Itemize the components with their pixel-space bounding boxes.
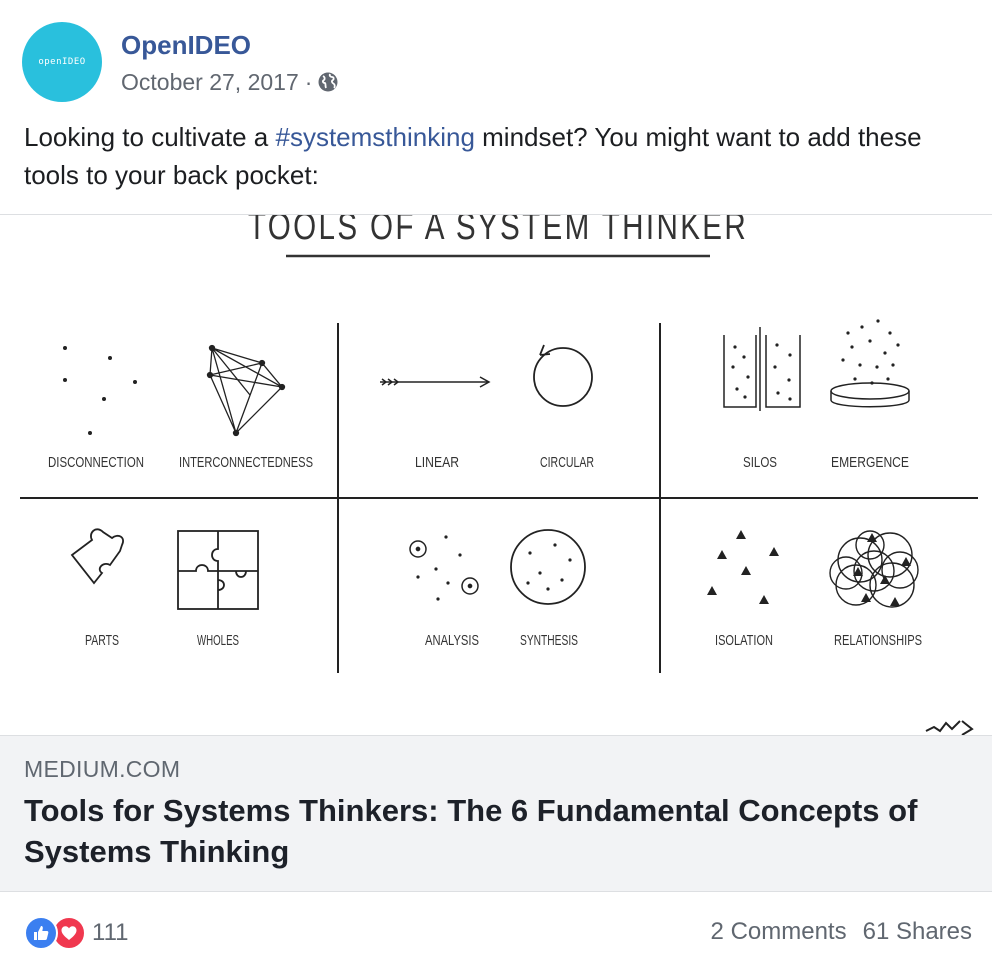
- parts-drawing: [70, 528, 124, 585]
- attachment-image[interactable]: TOOLS OF A SYSTEM THINKER DISCONNECTION …: [0, 214, 992, 735]
- silos-drawing: [723, 327, 801, 411]
- linear-arrow-drawing: [380, 376, 491, 388]
- label-linear: LINEAR: [415, 454, 459, 471]
- isolation-drawing: [707, 530, 779, 604]
- post-footer: 111 2 Comments 61 Shares: [0, 892, 992, 972]
- label-circular: CIRCULAR: [540, 454, 594, 471]
- relationships-drawing: [829, 530, 919, 608]
- heart-icon: [61, 926, 77, 940]
- hashtag-link[interactable]: #systemsthinking: [276, 122, 475, 152]
- post-stats: 2 Comments 61 Shares: [711, 918, 972, 946]
- avatar-logo-text: openIDEO: [38, 57, 86, 67]
- systems-thinker-illustration: TOOLS OF A SYSTEM THINKER DISCONNECTION …: [20, 215, 978, 735]
- label-wholes: WHOLES: [197, 632, 239, 649]
- circular-drawing: [533, 344, 593, 407]
- wholes-drawing: [177, 530, 259, 610]
- post-text-intro: Looking to cultivate a: [24, 122, 276, 152]
- label-relationships: RELATIONSHIPS: [834, 632, 922, 649]
- reaction-count[interactable]: 111: [92, 919, 128, 947]
- interconnectedness-drawing: [206, 344, 286, 437]
- analysis-drawing: [409, 535, 479, 601]
- meta-separator: ·: [304, 69, 313, 95]
- label-synthesis: SYNTHESIS: [520, 632, 578, 649]
- label-disconnection: DISCONNECTION: [48, 454, 144, 471]
- label-emergence: EMERGENCE: [831, 454, 909, 471]
- label-parts: PARTS: [85, 632, 119, 649]
- reactions-summary[interactable]: 111: [24, 916, 128, 950]
- shares-count-link[interactable]: 61 Shares: [863, 918, 972, 946]
- page-name-link[interactable]: OpenIDEO: [121, 30, 251, 60]
- post-header: openIDEO OpenIDEO October 27, 2017 ·: [22, 22, 972, 106]
- label-isolation: ISOLATION: [715, 632, 773, 649]
- label-silos: SILOS: [743, 454, 777, 471]
- label-interconnectedness: INTERCONNECTEDNESS: [179, 454, 313, 471]
- corner-logo-mark: [925, 720, 974, 735]
- page-avatar[interactable]: openIDEO: [22, 22, 102, 102]
- emergence-drawing: [830, 319, 910, 408]
- post-date-link[interactable]: October 27, 2017: [121, 68, 299, 96]
- label-analysis: ANALYSIS: [425, 632, 479, 649]
- like-icon[interactable]: [24, 916, 58, 950]
- link-domain: MEDIUM.COM: [24, 756, 181, 782]
- post-message: Looking to cultivate a #systemsthinking …: [24, 118, 969, 194]
- comments-count-link[interactable]: 2 Comments: [711, 918, 847, 946]
- synthesis-drawing: [510, 529, 586, 605]
- thumbs-up-icon: [34, 926, 49, 940]
- globe-icon[interactable]: [317, 71, 339, 93]
- link-preview-box[interactable]: MEDIUM.COM Tools for Systems Thinkers: T…: [0, 735, 992, 892]
- link-attachment[interactable]: TOOLS OF A SYSTEM THINKER DISCONNECTION …: [0, 214, 992, 892]
- post-meta: October 27, 2017 ·: [121, 68, 339, 96]
- disconnection-drawing: [63, 346, 137, 435]
- link-title[interactable]: Tools for Systems Thinkers: The 6 Fundam…: [24, 790, 964, 872]
- illustration-heading: TOOLS OF A SYSTEM THINKER: [248, 215, 748, 248]
